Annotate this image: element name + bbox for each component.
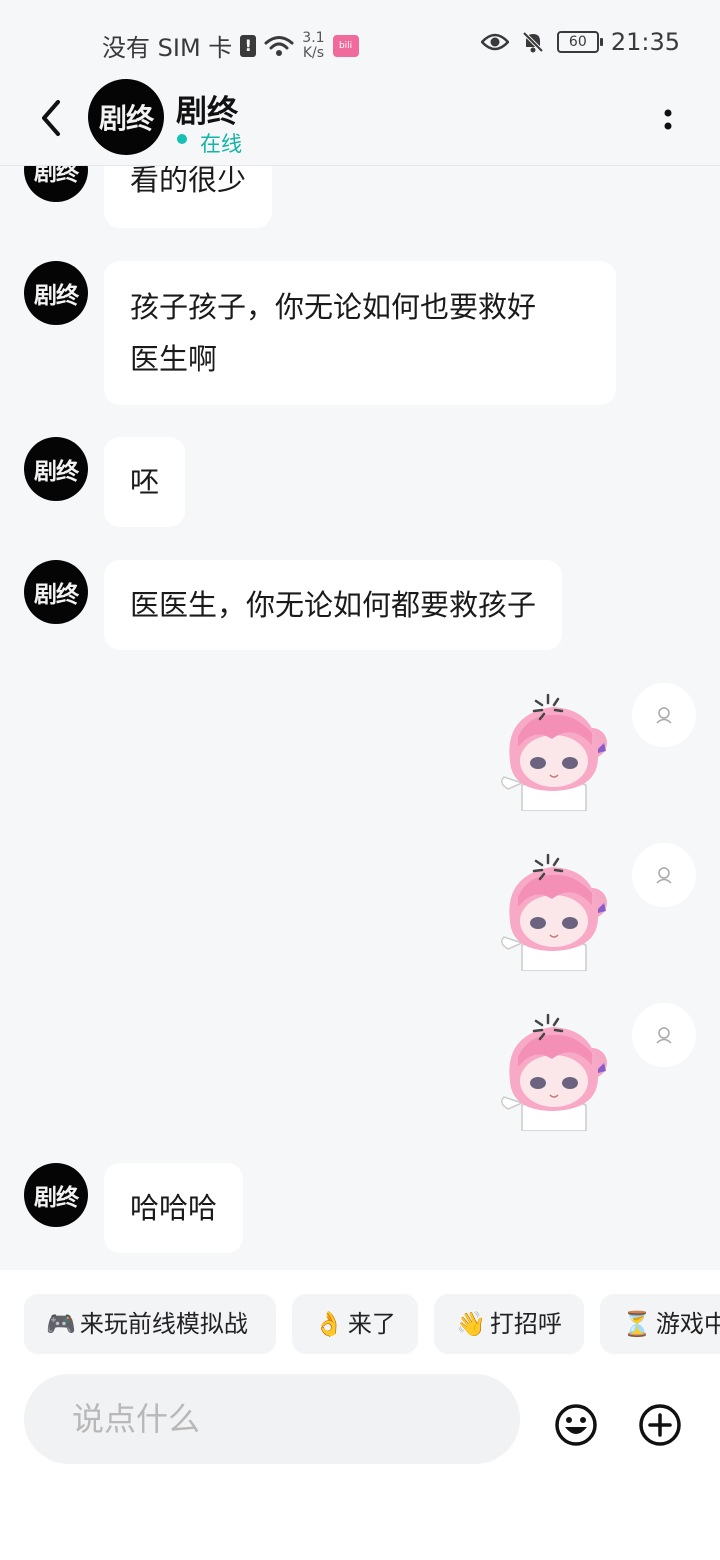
hourglass-icon: ⏳ xyxy=(622,1310,652,1338)
back-arrow-icon[interactable] xyxy=(34,98,68,138)
quick-reply-chip[interactable]: ⏳ 游戏中 xyxy=(600,1294,720,1354)
sticker-message-row xyxy=(0,1003,720,1153)
emoji-icon[interactable] xyxy=(554,1403,598,1447)
contact-name: 剧终 xyxy=(176,94,238,130)
network-speed: 3.1 K/s xyxy=(302,29,325,61)
message-line: 医生啊 xyxy=(130,342,218,376)
quick-reply-label: 游戏中 xyxy=(655,1310,720,1338)
message-input[interactable]: 说点什么 xyxy=(24,1374,520,1464)
quick-reply-chip[interactable]: 👋 打招呼 xyxy=(434,1294,584,1354)
sticker-message-row xyxy=(0,683,720,833)
message-bubble[interactable]: 医医生，你无论如何都要救孩子 xyxy=(104,560,563,650)
avatar-placeholder-icon xyxy=(656,1027,672,1044)
message-bubble[interactable]: 哈哈哈 xyxy=(104,1163,244,1253)
message-bubble[interactable]: 呸 xyxy=(104,437,186,527)
message-bubble[interactable]: 看的很少 xyxy=(104,166,273,228)
eye-icon xyxy=(480,33,509,51)
self-avatar[interactable] xyxy=(632,1003,696,1067)
quick-reply-label: 来了 xyxy=(347,1310,396,1338)
composer-area: 🎮 来玩前线模拟战 👌 来了 👋 打招呼 ⏳ 游戏中 说点什么 xyxy=(0,1270,720,1560)
self-avatar[interactable] xyxy=(632,843,696,907)
add-icon[interactable] xyxy=(638,1403,682,1447)
quick-reply-label: 来玩前线模拟战 xyxy=(79,1310,248,1338)
self-avatar[interactable] xyxy=(632,683,696,747)
carrier-text: 没有 SIM 卡 xyxy=(102,34,233,62)
sticker-image[interactable] xyxy=(494,693,614,811)
wifi-icon xyxy=(264,35,294,56)
status-bar: 没有 SIM 卡 ! 3.1 K/s bili 60 21:35 xyxy=(0,0,720,82)
message-bubble[interactable]: 孩子孩子，你无论如何也要救好 医生啊 xyxy=(104,261,616,405)
sticker-message-row xyxy=(0,843,720,993)
quick-reply-chip[interactable]: 🎮 来玩前线模拟战 xyxy=(24,1294,276,1354)
sticker-image[interactable] xyxy=(494,1013,614,1131)
sender-avatar[interactable]: 剧终 xyxy=(24,437,88,501)
quick-reply-chip[interactable]: 👌 来了 xyxy=(292,1294,418,1354)
online-status: 在线 xyxy=(200,132,242,156)
sender-avatar[interactable]: 剧终 xyxy=(24,1163,88,1227)
battery-icon: 60 xyxy=(556,31,603,53)
contact-avatar[interactable]: 剧终 xyxy=(88,79,164,155)
online-dot-icon xyxy=(177,134,187,144)
waving-hand-icon: 👋 xyxy=(456,1310,486,1338)
network-speed-value: 3.1 xyxy=(302,29,325,46)
status-left: 没有 SIM 卡 ! 3.1 K/s bili xyxy=(102,28,359,63)
more-options-icon[interactable] xyxy=(660,104,676,134)
avatar-placeholder-icon xyxy=(656,867,672,884)
sender-avatar[interactable]: 剧终 xyxy=(24,261,88,325)
sender-avatar[interactable]: 剧终 xyxy=(24,166,88,202)
status-right: 60 21:35 xyxy=(480,28,680,56)
avatar-placeholder-icon xyxy=(656,707,672,724)
sender-avatar[interactable]: 剧终 xyxy=(24,560,88,624)
ok-hand-icon: 👌 xyxy=(314,1310,344,1338)
gamepad-icon: 🎮 xyxy=(46,1310,76,1338)
sticker-image[interactable] xyxy=(494,853,614,971)
sim-alert-icon: ! xyxy=(240,34,257,57)
quick-reply-label: 打招呼 xyxy=(489,1310,562,1338)
chat-header: 剧终 剧终 在线 xyxy=(0,79,720,166)
clock: 21:35 xyxy=(610,28,680,56)
message-line: 孩子孩子，你无论如何也要救好 xyxy=(130,290,537,324)
network-speed-unit: K/s xyxy=(302,44,325,61)
mute-bell-icon xyxy=(522,31,544,53)
message-list[interactable]: 剧终 看的很少 剧终 孩子孩子，你无论如何也要救好 医生啊 剧终 呸 剧终 医医… xyxy=(0,166,720,1270)
bilibili-icon: bili xyxy=(332,34,359,57)
